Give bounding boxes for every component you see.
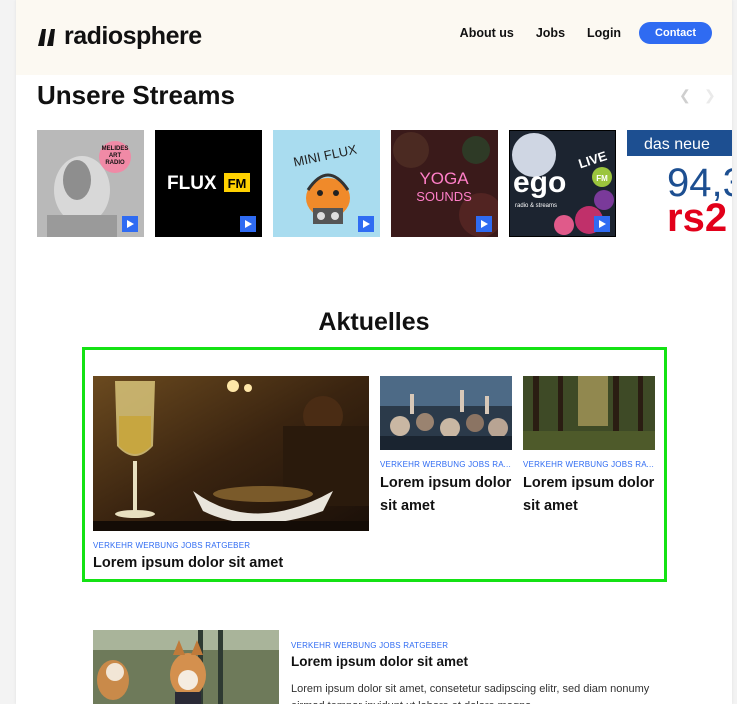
carousel-prev-icon[interactable]: ❮	[679, 87, 691, 104]
news-image-dogs[interactable]	[93, 630, 279, 704]
news-tags[interactable]: VERKEHR WERBUNG JOBS RATGEBER	[380, 460, 512, 469]
svg-text:MELIDES: MELIDES	[102, 146, 129, 152]
svg-text:FM: FM	[228, 176, 247, 191]
play-icon[interactable]	[240, 216, 256, 232]
svg-text:FM: FM	[596, 174, 608, 183]
play-icon[interactable]	[122, 216, 138, 232]
nav-jobs-link[interactable]: Jobs	[536, 26, 565, 40]
svg-text:das neue: das neue	[644, 136, 710, 153]
stream-tile-egofm[interactable]: ego LIVE FM radio & streams	[509, 130, 616, 237]
news-tags[interactable]: VERKEHR WERBUNG JOBS RATGEBER	[291, 641, 591, 650]
svg-text:rs2: rs2	[667, 196, 727, 237]
carousel-next-icon[interactable]: ❯	[704, 87, 716, 104]
play-icon[interactable]	[476, 216, 492, 232]
svg-text:YOGA: YOGA	[419, 169, 469, 188]
svg-text:ART: ART	[109, 153, 122, 159]
news-heading: Aktuelles	[318, 308, 430, 336]
featured-news-image[interactable]	[93, 376, 369, 531]
news-headline[interactable]: Lorem ipsum dolor sit amet	[291, 654, 468, 669]
play-icon[interactable]	[594, 216, 610, 232]
svg-text:FLUX: FLUX	[167, 173, 217, 194]
news-excerpt: Lorem ipsum dolor sit amet, consetetur s…	[291, 683, 650, 704]
nav-about-link[interactable]: About us	[460, 26, 514, 40]
stream-tile-yogasounds[interactable]: YOGA SOUNDS	[391, 130, 498, 237]
streams-heading: Unsere Streams	[37, 80, 235, 110]
nav-login-link[interactable]: Login	[587, 26, 621, 40]
logo[interactable]: radiosphere	[36, 22, 202, 51]
news-image-concert[interactable]	[380, 376, 512, 450]
stream-tile-rs2[interactable]: das neue 94,3 rs2	[627, 130, 732, 237]
site-header: radiosphere About us Jobs Login Contact	[16, 0, 732, 75]
rs2-cover: das neue 94,3 rs2	[627, 130, 732, 237]
page: radiosphere About us Jobs Login Contact …	[16, 0, 732, 704]
news-tags[interactable]: VERKEHR WERBUNG JOBS RATGEBER	[523, 460, 655, 469]
main-nav: About us Jobs Login Contact	[438, 22, 712, 44]
svg-text:SOUNDS: SOUNDS	[416, 189, 472, 204]
stream-tile-melides[interactable]: MELIDES ART RADIO	[37, 130, 144, 237]
stream-tile-miniflux[interactable]: MINI FLUX	[273, 130, 380, 237]
stream-tile-fluxfm[interactable]: FLUX FM	[155, 130, 262, 237]
contact-button[interactable]: Contact	[639, 22, 712, 44]
news-image-forest[interactable]	[523, 376, 655, 450]
news-headline[interactable]: Lorem ipsum dolor sit amet	[380, 472, 520, 518]
svg-text:ego: ego	[513, 166, 566, 199]
svg-text:radio & streams: radio & streams	[515, 203, 557, 209]
featured-news-headline[interactable]: Lorem ipsum dolor sit amet	[93, 555, 283, 571]
featured-news-tags[interactable]: VERKEHR WERBUNG JOBS RATGEBER	[93, 541, 369, 550]
news-headline[interactable]: Lorem ipsum dolor sit amet	[523, 472, 663, 518]
brand-name: radiosphere	[64, 22, 202, 50]
play-icon[interactable]	[358, 216, 374, 232]
logo-mark-icon	[38, 28, 55, 46]
svg-text:RADIO: RADIO	[105, 160, 125, 166]
